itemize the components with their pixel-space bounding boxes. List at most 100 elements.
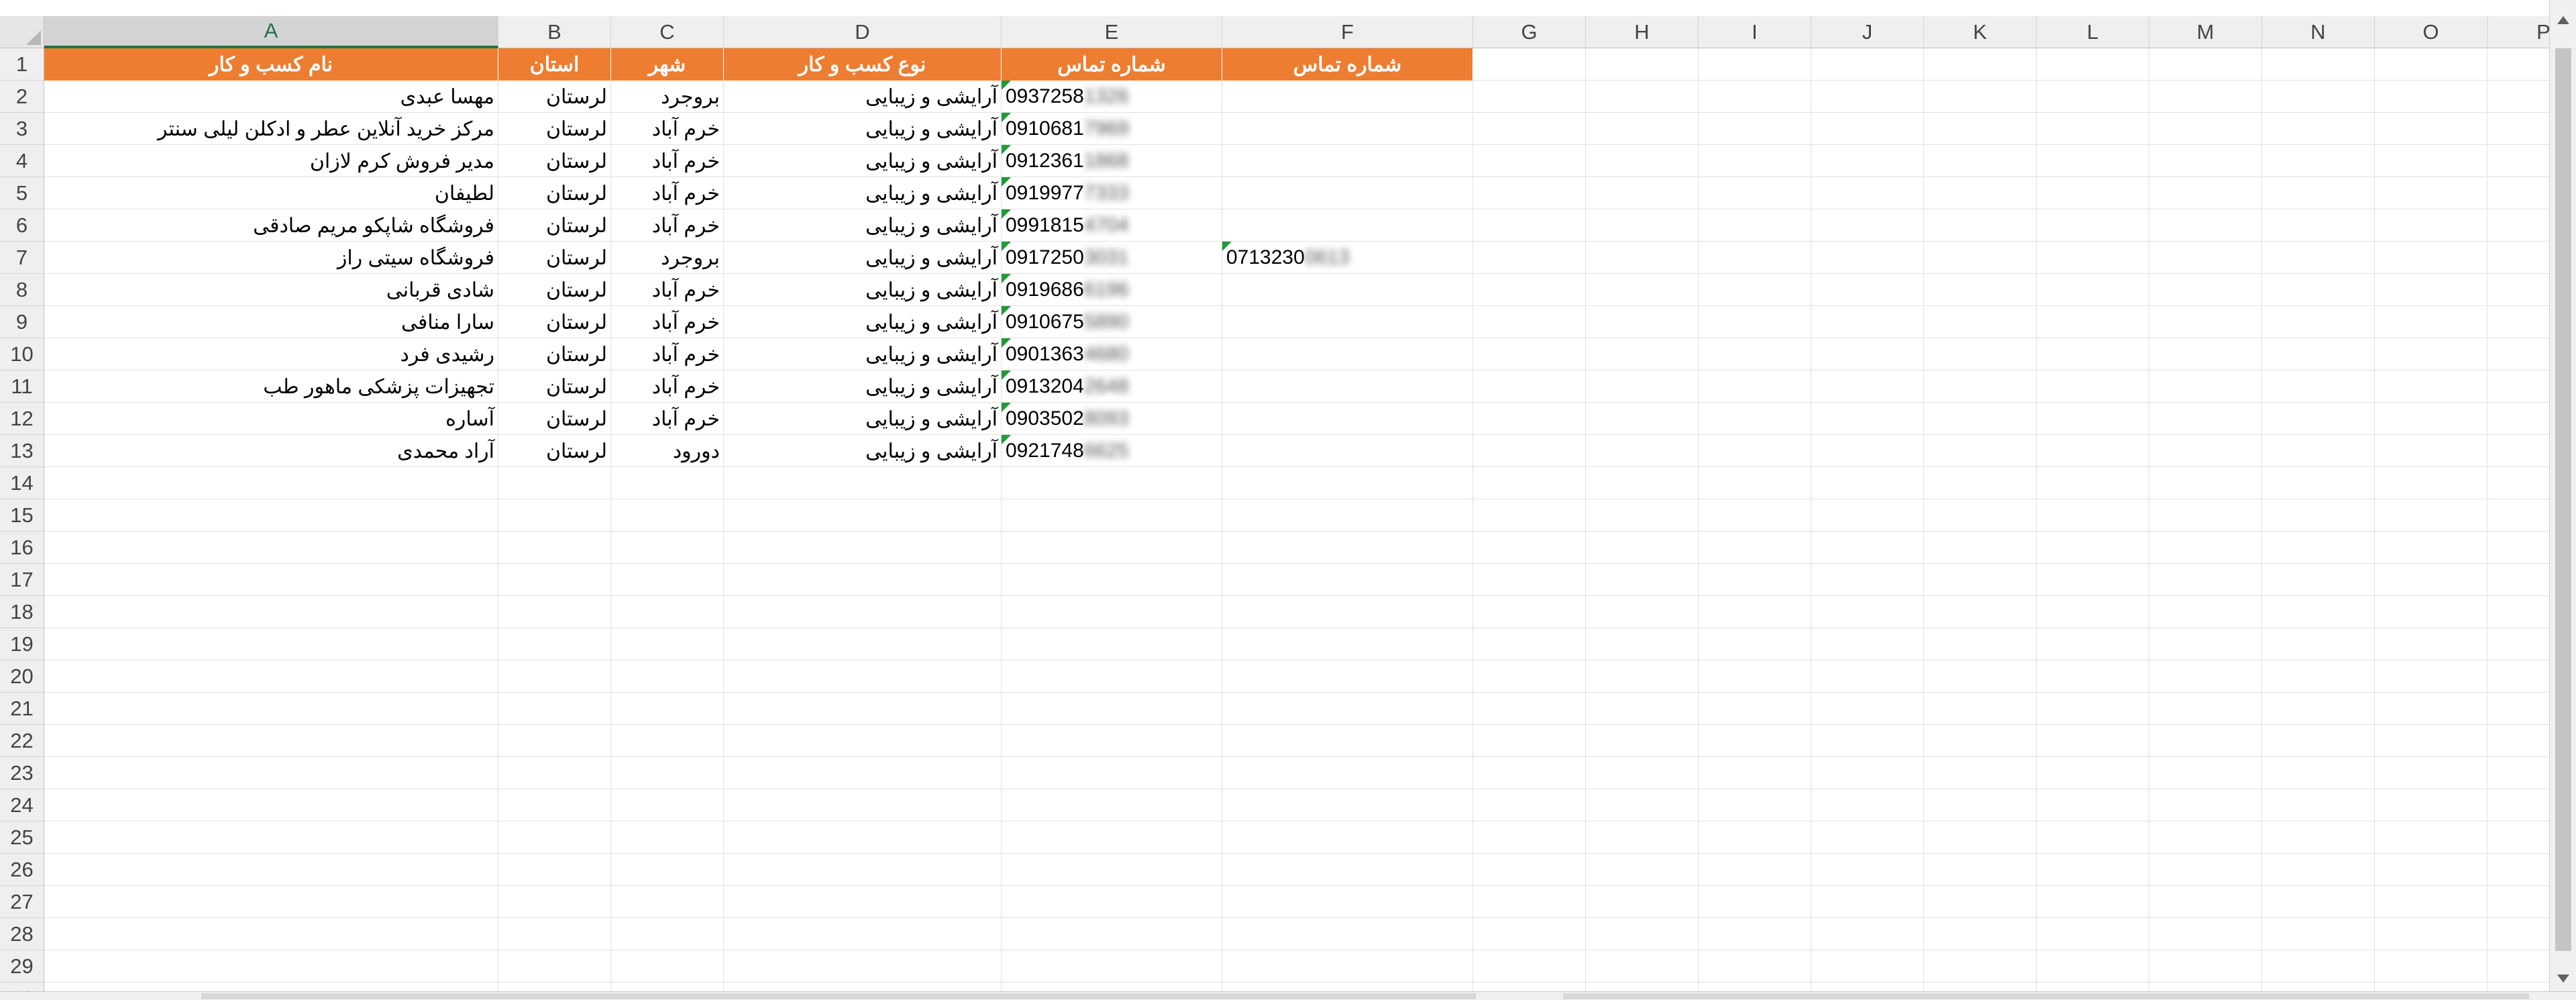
column-header-c[interactable]: C (611, 16, 724, 48)
cell-type[interactable]: آرایشی و زیبایی (724, 113, 1002, 145)
header-cell-c[interactable]: شهر (611, 48, 724, 81)
cell-city[interactable]: بروجرد (611, 242, 724, 274)
cell-phone[interactable]: 0901363 4680 (1002, 338, 1222, 370)
cell-type[interactable]: آرایشی و زیبایی (724, 242, 1002, 274)
sheet-tab-strip[interactable] (201, 993, 1476, 999)
cell-type[interactable]: آرایشی و زیبایی (724, 177, 1002, 209)
cell-province[interactable]: لرستان (498, 338, 611, 370)
cell-province[interactable]: لرستان (498, 145, 611, 177)
cell-city[interactable]: خرم آباد (611, 145, 724, 177)
column-header-o[interactable]: O (2375, 16, 2487, 48)
row-header-6[interactable]: 6 (0, 209, 44, 242)
row-header-15[interactable]: 15 (0, 499, 44, 532)
row-header-26[interactable]: 26 (0, 854, 44, 886)
cell-province[interactable]: لرستان (498, 113, 611, 145)
column-header-n[interactable]: N (2262, 16, 2375, 48)
cell-province[interactable]: لرستان (498, 81, 611, 113)
cell-type[interactable]: آرایشی و زیبایی (724, 145, 1002, 177)
row-header-9[interactable]: 9 (0, 306, 44, 338)
cell-city[interactable]: دورود (611, 435, 724, 467)
cell-city[interactable]: خرم آباد (611, 177, 724, 209)
vertical-scroll-thumb[interactable] (2555, 48, 2571, 951)
cell-phone[interactable]: 0991815 4704 (1002, 209, 1222, 242)
column-header-g[interactable]: G (1473, 16, 1586, 48)
cell-type[interactable]: آرایشی و زیبایی (724, 370, 1002, 403)
cell-province[interactable]: لرستان (498, 370, 611, 403)
cell-city[interactable]: خرم آباد (611, 370, 724, 403)
row-header-7[interactable]: 7 (0, 242, 44, 274)
cell-city[interactable]: خرم آباد (611, 113, 724, 145)
horizontal-scroll-thumb[interactable] (1563, 993, 2529, 999)
header-cell-a[interactable]: نام کسب و کار (44, 48, 498, 81)
cell-phone[interactable]: 0913204 2648 (1002, 370, 1222, 403)
horizontal-scrollbar[interactable] (0, 991, 2576, 1000)
cell-city[interactable]: خرم آباد (611, 338, 724, 370)
cell-province[interactable]: لرستان (498, 177, 611, 209)
cell-name[interactable]: رشیدی فرد (44, 338, 498, 370)
row-header-27[interactable]: 27 (0, 886, 44, 918)
cell-name[interactable]: مرکز خرید آنلاین عطر و ادکلن لیلی سنتر (44, 113, 498, 145)
cell-province[interactable]: لرستان (498, 274, 611, 306)
cell-type[interactable]: آرایشی و زیبایی (724, 435, 1002, 467)
cell-type[interactable]: آرایشی و زیبایی (724, 274, 1002, 306)
row-header-21[interactable]: 21 (0, 693, 44, 725)
header-cell-e[interactable]: شماره تماس (1002, 48, 1222, 81)
vertical-scrollbar[interactable] (2549, 0, 2576, 991)
cell-phone[interactable]: 0917250 3031 (1002, 242, 1222, 274)
column-header-k[interactable]: K (1924, 16, 2037, 48)
cell-type[interactable]: آرایشی و زیبایی (724, 209, 1002, 242)
column-header-p[interactable]: P (2487, 16, 2549, 48)
row-header-13[interactable]: 13 (0, 435, 44, 467)
cell-phone[interactable]: 0921748 6625 (1002, 435, 1222, 467)
cell-phone2[interactable]: 0713230 0613 (1222, 242, 1473, 274)
cell-name[interactable]: تجهیزات پزشکی ماهور طب (44, 370, 498, 403)
column-header-f[interactable]: F (1222, 16, 1473, 48)
row-header-29[interactable]: 29 (0, 950, 44, 983)
row-header-12[interactable]: 12 (0, 403, 44, 435)
row-header-19[interactable]: 19 (0, 628, 44, 660)
row-header-24[interactable]: 24 (0, 789, 44, 821)
cell-phone[interactable]: 0937258 1326 (1002, 81, 1222, 113)
row-header-17[interactable]: 17 (0, 564, 44, 596)
cell-name[interactable]: آساره (44, 403, 498, 435)
row-header-10[interactable]: 10 (0, 338, 44, 370)
cell-city[interactable]: بروجرد (611, 81, 724, 113)
column-header-j[interactable]: J (1811, 16, 1924, 48)
header-cell-d[interactable]: نوع کسب و کار (724, 48, 1002, 81)
cell-city[interactable]: خرم آباد (611, 306, 724, 338)
cell-phone[interactable]: 0919686 6196 (1002, 274, 1222, 306)
row-header-30[interactable]: 30 (0, 983, 44, 991)
header-cell-b[interactable]: استان (498, 48, 611, 81)
cell-phone[interactable]: 0910681 7969 (1002, 113, 1222, 145)
cell-phone[interactable]: 0910675 5890 (1002, 306, 1222, 338)
row-header-11[interactable]: 11 (0, 370, 44, 403)
cell-province[interactable]: لرستان (498, 306, 611, 338)
cell-phone[interactable]: 0919977 7333 (1002, 177, 1222, 209)
row-header-2[interactable]: 2 (0, 81, 44, 113)
cell-province[interactable]: لرستان (498, 209, 611, 242)
cell-province[interactable]: لرستان (498, 403, 611, 435)
cell-city[interactable]: خرم آباد (611, 403, 724, 435)
cell-type[interactable]: آرایشی و زیبایی (724, 403, 1002, 435)
column-header-b[interactable]: B (498, 16, 611, 48)
cell-city[interactable]: خرم آباد (611, 274, 724, 306)
cell-name[interactable]: آراد محمدی (44, 435, 498, 467)
scroll-up-icon[interactable] (2557, 16, 2569, 24)
cell-phone[interactable]: 0912361 1868 (1002, 145, 1222, 177)
cell-name[interactable]: مهسا عبدی (44, 81, 498, 113)
row-header-5[interactable]: 5 (0, 177, 44, 209)
row-header-18[interactable]: 18 (0, 596, 44, 628)
row-header-8[interactable]: 8 (0, 274, 44, 306)
cell-province[interactable]: لرستان (498, 242, 611, 274)
row-header-14[interactable]: 14 (0, 467, 44, 499)
row-header-22[interactable]: 22 (0, 725, 44, 757)
scroll-down-icon[interactable] (2557, 974, 2569, 983)
cell-name[interactable]: فروشگاه شاپکو مریم صادقی (44, 209, 498, 242)
cell-name[interactable]: مدیر فروش کرم لازان (44, 145, 498, 177)
row-header-16[interactable]: 16 (0, 532, 44, 564)
cell-province[interactable]: لرستان (498, 435, 611, 467)
cell-type[interactable]: آرایشی و زیبایی (724, 81, 1002, 113)
cell-grid[interactable]: نام کسب و کار استان شهر نوع کسب و کار شماره … (44, 48, 2549, 991)
row-header-20[interactable]: 20 (0, 660, 44, 693)
cell-phone[interactable]: 0903502 8093 (1002, 403, 1222, 435)
